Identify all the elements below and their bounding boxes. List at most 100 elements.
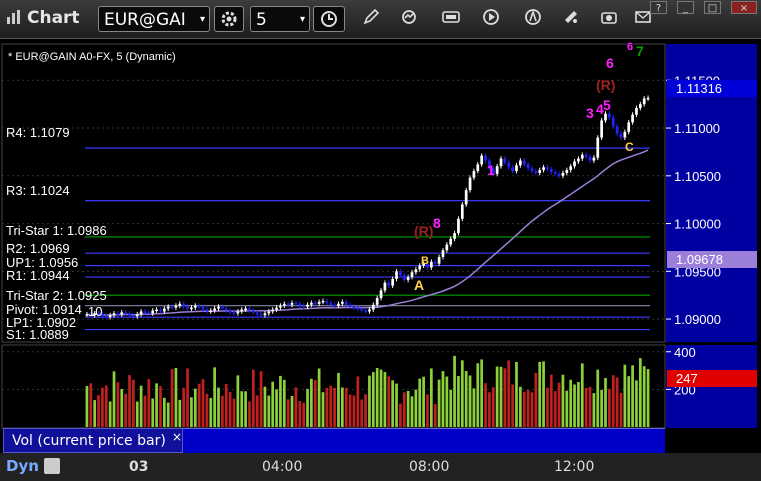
volume-bar — [379, 369, 383, 427]
last-price-label: 1.11316 — [676, 81, 722, 96]
candle-body — [410, 272, 414, 278]
volume-bar — [251, 369, 255, 427]
volume-bar — [457, 375, 460, 427]
candle-body — [120, 312, 124, 315]
average-label: 1.09678 — [676, 252, 723, 267]
volume-bar — [368, 375, 371, 427]
candle-body — [325, 300, 329, 303]
link-icon[interactable] — [560, 8, 582, 32]
volume-bar — [124, 393, 127, 427]
volume-bar — [635, 380, 638, 427]
candle-body — [217, 306, 220, 309]
marker-6: 6 — [606, 55, 614, 71]
candle-body — [519, 160, 522, 166]
candle-body — [503, 158, 507, 163]
volume-bar — [608, 389, 611, 427]
volume-bar — [120, 388, 124, 427]
volume-bar — [414, 389, 418, 427]
chevron-down-icon: ▾ — [299, 14, 305, 25]
volume-bar — [209, 398, 213, 427]
candle-body — [313, 302, 317, 305]
xtick-0800: 08:00 — [409, 459, 450, 475]
candle-body — [356, 307, 360, 310]
candle-body — [352, 306, 356, 309]
candle-body — [282, 303, 286, 306]
symbol-selector[interactable]: EUR@GAI ▾ — [98, 6, 210, 32]
volume-bar — [228, 391, 232, 427]
candle-body — [360, 308, 364, 311]
camera-icon[interactable] — [598, 8, 620, 32]
volume-panel-tab[interactable]: Vol (current price bar) × — [3, 428, 183, 453]
volume-bar — [89, 383, 93, 427]
volume-bar — [162, 397, 166, 427]
close-button[interactable]: × — [731, 1, 757, 14]
minimize-button[interactable]: _ — [677, 1, 694, 14]
interval-selector[interactable]: 5 ▾ — [250, 6, 310, 32]
volume-bar — [507, 360, 511, 427]
volume-bar — [232, 398, 236, 427]
candle-body — [642, 98, 646, 105]
candle-body — [228, 310, 232, 313]
volume-bar — [271, 381, 275, 427]
volume-bar — [627, 376, 631, 427]
help-button[interactable]: ? — [650, 1, 667, 14]
volume-bar — [317, 368, 321, 427]
candle-body — [286, 303, 290, 306]
volume-bar — [310, 378, 313, 427]
candle-body — [530, 168, 534, 172]
quote-icon[interactable] — [440, 8, 462, 32]
volume-bar — [615, 377, 619, 427]
candle-body — [147, 312, 151, 314]
candle-body — [209, 310, 213, 312]
candle-body — [221, 306, 224, 309]
volume-bar — [259, 371, 263, 427]
candle-body — [124, 312, 127, 314]
play-icon[interactable] — [480, 8, 502, 32]
candle-body — [112, 313, 116, 316]
volume-bar — [166, 402, 170, 427]
price-chart[interactable]: 200400 1.090001.095001.100001.105001.110… — [0, 38, 761, 453]
candle-body — [166, 306, 170, 309]
pencil-icon[interactable] — [360, 8, 382, 32]
volume-bar — [116, 382, 120, 427]
volume-bar — [631, 365, 634, 427]
volume-bar — [619, 392, 623, 427]
label-r3: R3: 1.1024 — [6, 183, 70, 198]
volume-bar — [333, 387, 336, 427]
volume-bar — [205, 393, 209, 427]
candle-body — [395, 271, 398, 279]
candle-body — [557, 173, 561, 176]
candle-body — [205, 309, 209, 312]
time-button[interactable] — [313, 6, 345, 32]
chart-icon[interactable] — [4, 8, 24, 32]
candle-body — [236, 311, 240, 314]
candle-body — [619, 133, 623, 138]
alert-icon[interactable] — [522, 8, 544, 32]
candle-body — [306, 304, 309, 307]
candle-body — [116, 313, 120, 315]
candle-body — [584, 154, 588, 157]
calendar-icon[interactable] — [44, 458, 60, 474]
candle-body — [104, 316, 108, 318]
settings-button[interactable] — [214, 6, 244, 32]
marker-5: 5 — [603, 97, 611, 113]
volume-bar — [93, 400, 97, 427]
volume-bar — [569, 379, 573, 427]
xtick-1200: 12:00 — [554, 459, 595, 475]
volume-bar — [391, 380, 395, 427]
dyn-label[interactable]: Dyn — [6, 457, 39, 475]
marker-6b: 6 — [627, 41, 633, 53]
candle-body — [569, 166, 573, 171]
refresh-icon[interactable] — [398, 8, 420, 32]
candle-body — [383, 282, 387, 291]
candle-body — [635, 107, 638, 115]
close-icon[interactable]: × — [172, 425, 182, 449]
volume-bar — [302, 402, 306, 427]
time-axis: Dyn — [0, 453, 761, 481]
marker-3: 3 — [586, 105, 594, 121]
volume-bar — [449, 389, 453, 427]
maximize-button[interactable]: □ — [704, 1, 721, 14]
volume-bar — [97, 395, 100, 427]
volume-bar — [584, 388, 588, 427]
volume-bar — [139, 385, 143, 427]
